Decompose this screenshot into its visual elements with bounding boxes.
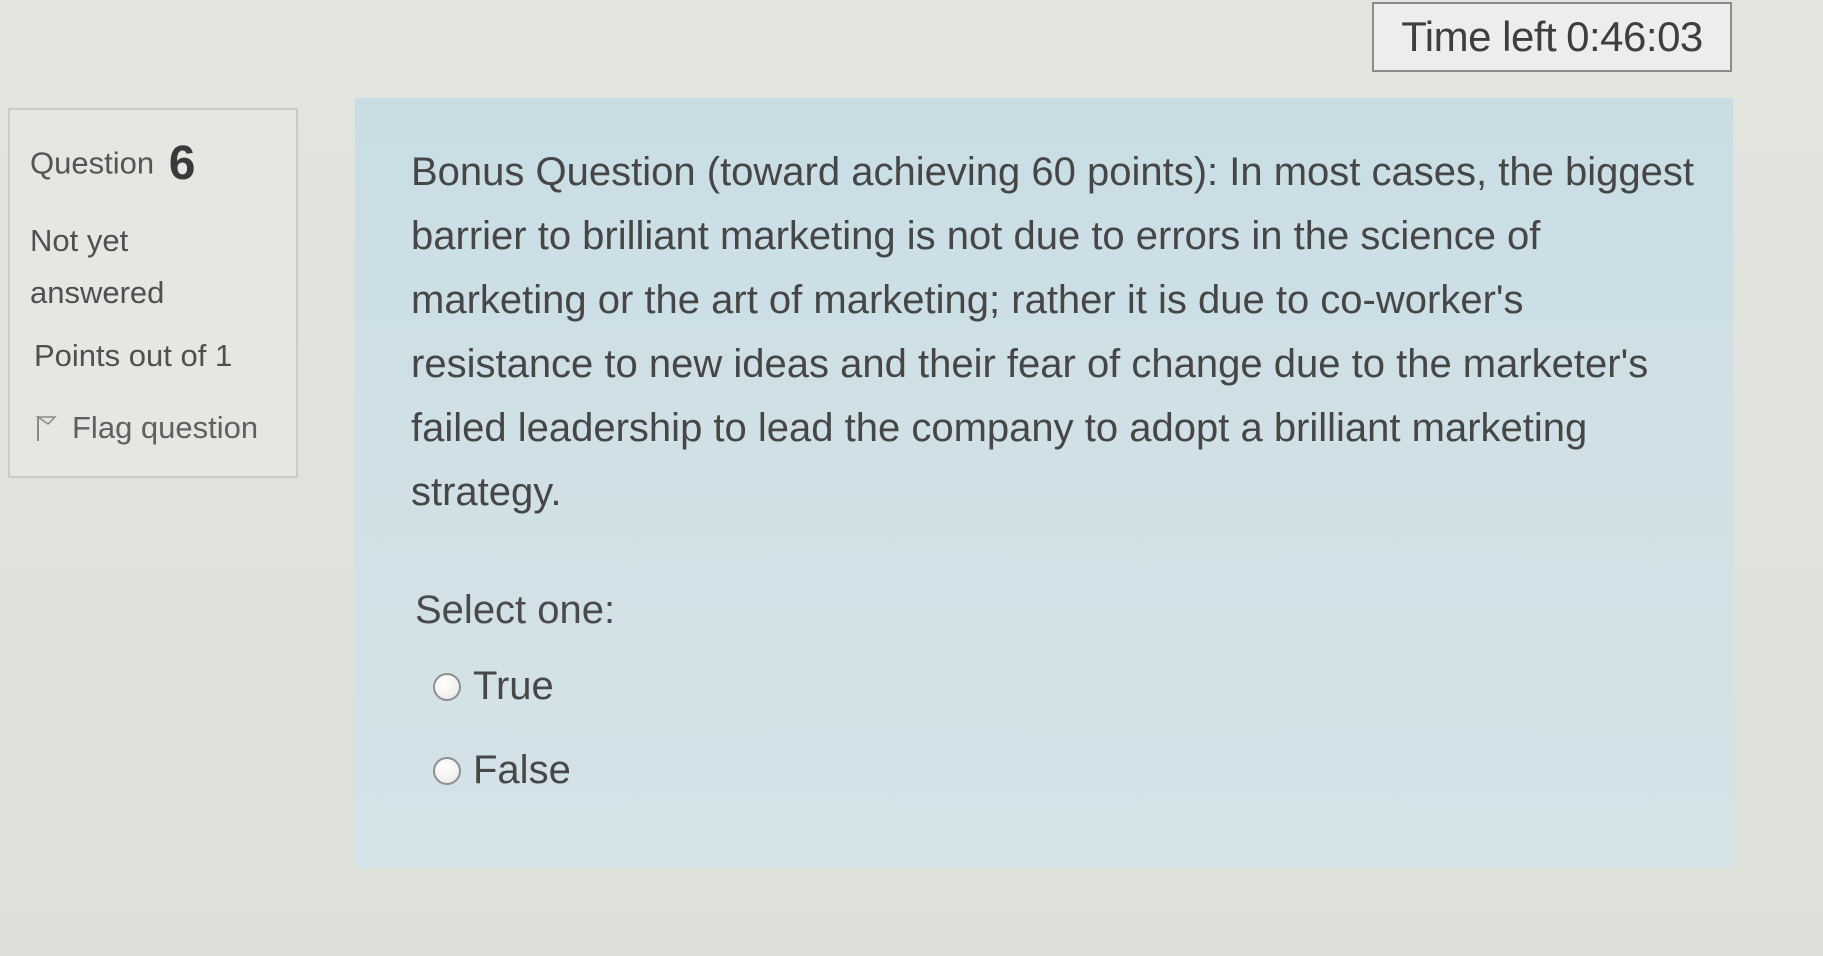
question-number-value: 6 (168, 137, 196, 190)
flag-question-label: Flag question (72, 410, 259, 445)
time-left-display: Time left 0:46:03 (1372, 2, 1732, 72)
radio-true[interactable] (433, 672, 461, 701)
answer-option-false-label: False (473, 748, 571, 792)
question-number: Question 6 (30, 136, 195, 191)
question-content-panel: Bonus Question (toward achieving 60 poin… (355, 98, 1733, 868)
answer-option-true-label: True (473, 664, 554, 708)
timer-label: Time left (1401, 13, 1557, 60)
answer-prompt: Select one: (415, 588, 616, 632)
question-number-label: Question (30, 145, 155, 181)
question-grade: Points out of 1 (34, 338, 233, 373)
answer-option-false[interactable]: False (433, 748, 571, 793)
question-state: Not yet answered (30, 223, 165, 310)
question-text: Bonus Question (toward achieving 60 poin… (411, 150, 1694, 514)
flag-icon (34, 413, 58, 443)
radio-false[interactable] (433, 756, 461, 785)
answer-option-true[interactable]: True (433, 664, 554, 709)
flag-question-link[interactable]: Flag question (34, 410, 258, 446)
timer-value: 0:46:03 (1566, 13, 1703, 60)
question-info-panel: Question 6 Not yet answered Points out o… (8, 108, 298, 478)
